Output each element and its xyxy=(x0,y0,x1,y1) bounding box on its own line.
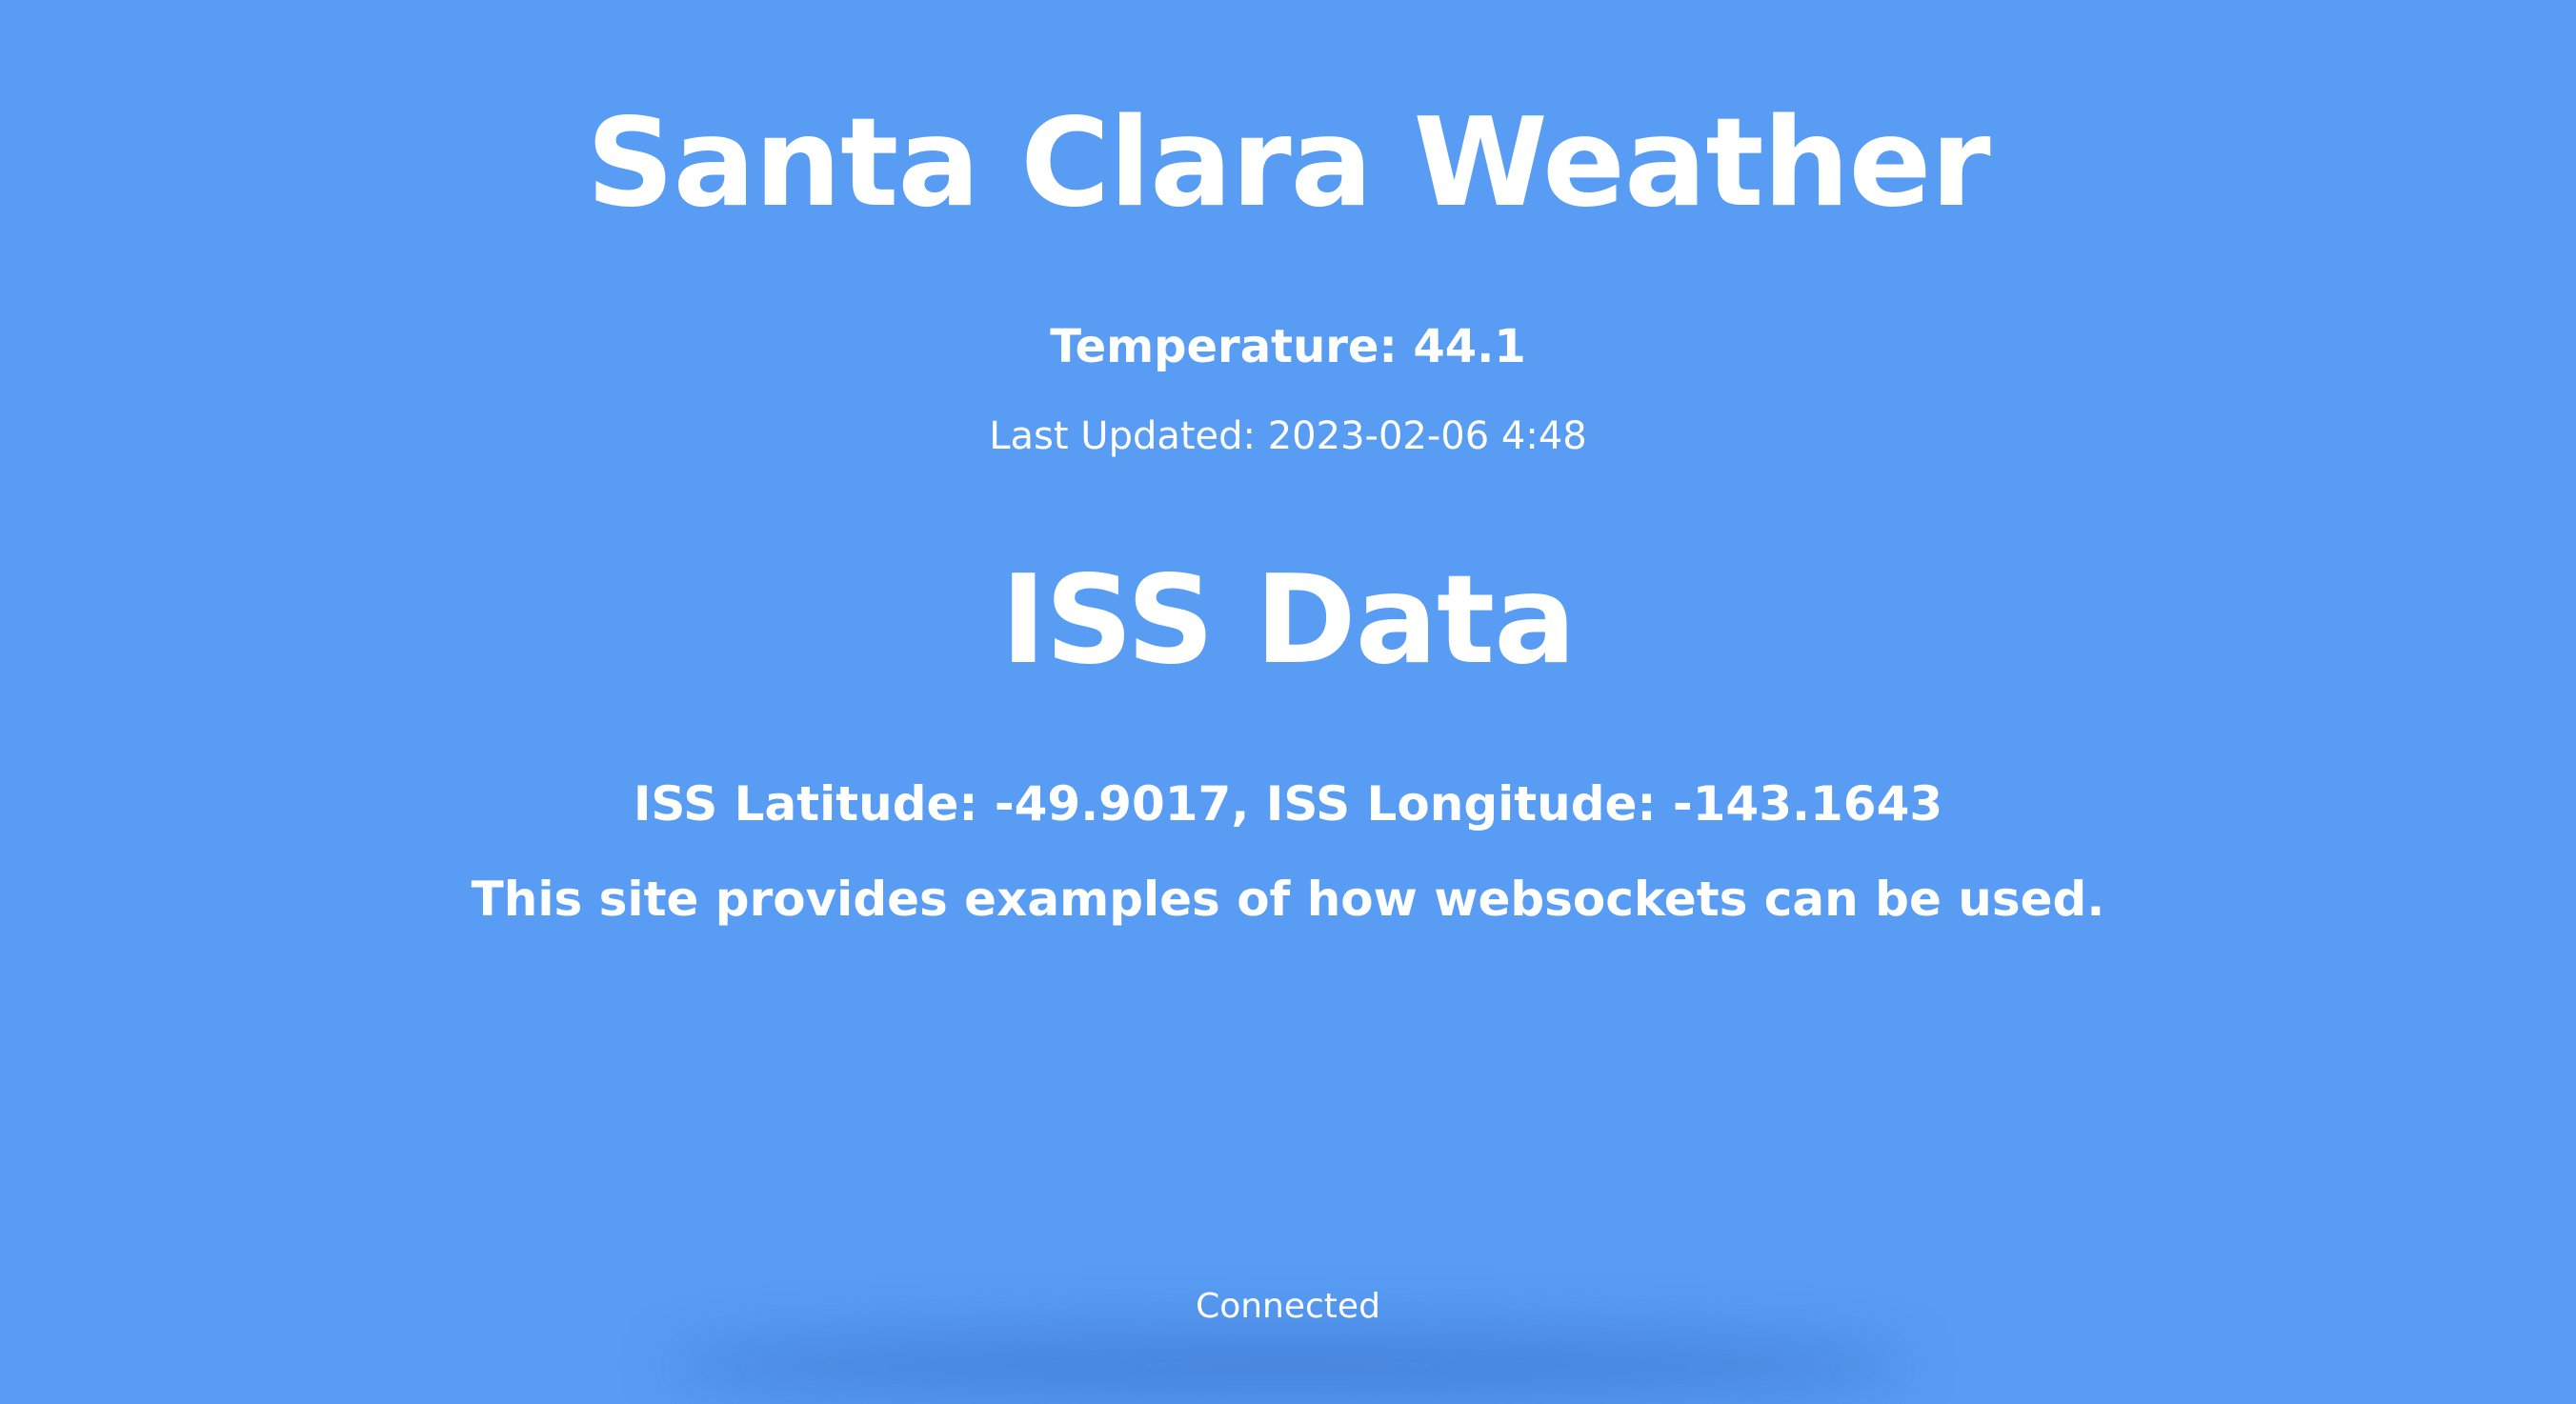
iss-position-readout: ISS Latitude: -49.9017, ISS Longitude: -… xyxy=(633,776,1943,832)
footer-shadow xyxy=(667,1328,1909,1404)
page: Santa Clara Weather Temperature: 44.1 La… xyxy=(0,0,2576,1404)
iss-title: ISS Data xyxy=(1000,550,1577,692)
last-updated-timestamp: Last Updated: 2023-02-06 4:48 xyxy=(989,414,1587,458)
temperature-reading: Temperature: 44.1 xyxy=(1050,320,1526,373)
weather-title: Santa Clara Weather xyxy=(586,92,1990,234)
site-description: This site provides examples of how webso… xyxy=(471,872,2105,927)
connection-status: Connected xyxy=(1196,1287,1380,1326)
